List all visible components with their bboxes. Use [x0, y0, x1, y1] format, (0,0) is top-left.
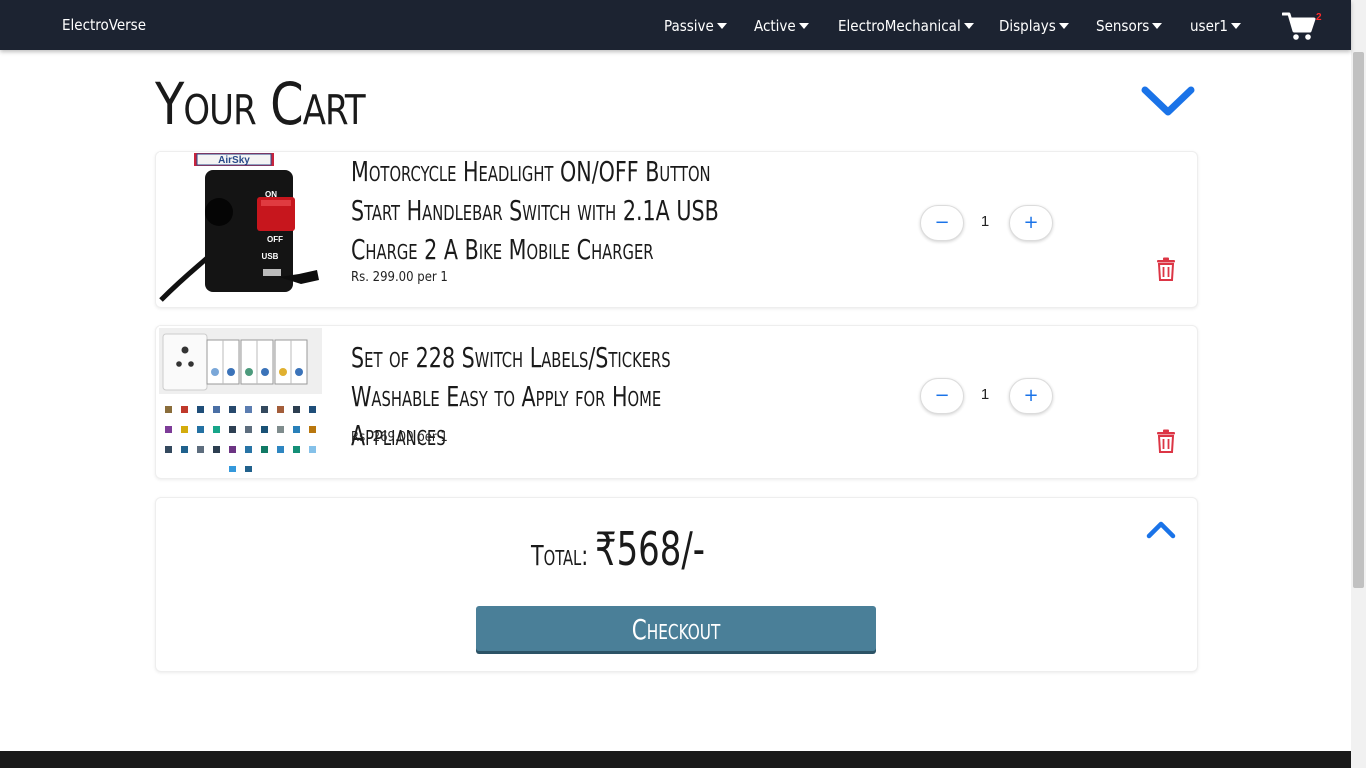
nav-item-displays[interactable]: Displays — [999, 17, 1069, 35]
shopping-cart-icon[interactable] — [1282, 11, 1316, 41]
nav-item-active[interactable]: Active — [754, 17, 809, 35]
usb-label: USB — [262, 252, 279, 261]
checkout-label: Checkout — [631, 613, 721, 646]
total-label: Total: — [531, 539, 589, 572]
trash-icon[interactable] — [1156, 257, 1176, 281]
decrement-button[interactable]: − — [920, 378, 964, 414]
page-title: Your Cart — [155, 70, 366, 138]
product-image-brand: AirSky — [218, 155, 250, 166]
nav-item-label: user1 — [1190, 17, 1229, 35]
top-navbar: ElectroVerse Passive Active ElectroMecha… — [0, 0, 1351, 50]
nav-item-label: Passive — [664, 17, 714, 35]
nav-item-label: Sensors — [1096, 17, 1150, 35]
cart-item: AirSky ON OFF USB Motorcycle Headlight O… — [155, 151, 1198, 308]
total-line: Total: ₹568/- — [531, 522, 730, 576]
checkout-button[interactable]: Checkout — [476, 606, 876, 651]
switch-off-label: OFF — [267, 235, 283, 244]
nav-item-passive[interactable]: Passive — [664, 17, 727, 35]
nav-item-label: ElectroMechanical — [838, 17, 961, 35]
nav-item-sensors[interactable]: Sensors — [1096, 17, 1163, 35]
quantity-value: 1 — [980, 213, 990, 230]
decrement-button[interactable]: − — [920, 205, 964, 241]
cart-count-badge: 2 — [1316, 12, 1322, 23]
caret-down-icon — [716, 22, 727, 29]
order-summary: Total: ₹568/- Checkout — [155, 497, 1198, 672]
nav-item-label: Displays — [999, 17, 1056, 35]
cart-item: Set of 228 Switch Labels/Stickers Washab… — [155, 325, 1198, 479]
chevron-down-icon[interactable] — [1140, 84, 1196, 118]
total-amount: ₹568/- — [595, 522, 706, 576]
caret-down-icon — [798, 22, 809, 29]
caret-down-icon — [1152, 22, 1163, 29]
nav-item-electromechanical[interactable]: ElectroMechanical — [838, 17, 974, 35]
product-image[interactable]: AirSky ON OFF USB — [159, 152, 322, 302]
chevron-up-icon[interactable] — [1146, 520, 1176, 540]
nav-menu: Passive Active ElectroMechanical Display… — [0, 17, 1351, 37]
product-name[interactable]: Motorcycle Headlight ON/OFF Button Start… — [351, 152, 761, 269]
switch-on-label: ON — [265, 190, 277, 199]
nav-item-user[interactable]: user1 — [1190, 17, 1242, 35]
nav-item-label: Active — [754, 17, 796, 35]
scrollbar-thumb[interactable] — [1353, 52, 1364, 588]
increment-button[interactable]: + — [1009, 205, 1053, 241]
quantity-value: 1 — [980, 386, 990, 403]
increment-button[interactable]: + — [1009, 378, 1053, 414]
trash-icon[interactable] — [1156, 429, 1176, 453]
product-price: Rs. 269.00 per 1 — [351, 430, 448, 445]
caret-down-icon — [1058, 22, 1069, 29]
caret-down-icon — [963, 22, 974, 29]
caret-down-icon — [1231, 22, 1242, 29]
footer — [0, 751, 1351, 768]
product-price: Rs. 299.00 per 1 — [351, 270, 448, 285]
product-image[interactable] — [159, 326, 322, 476]
